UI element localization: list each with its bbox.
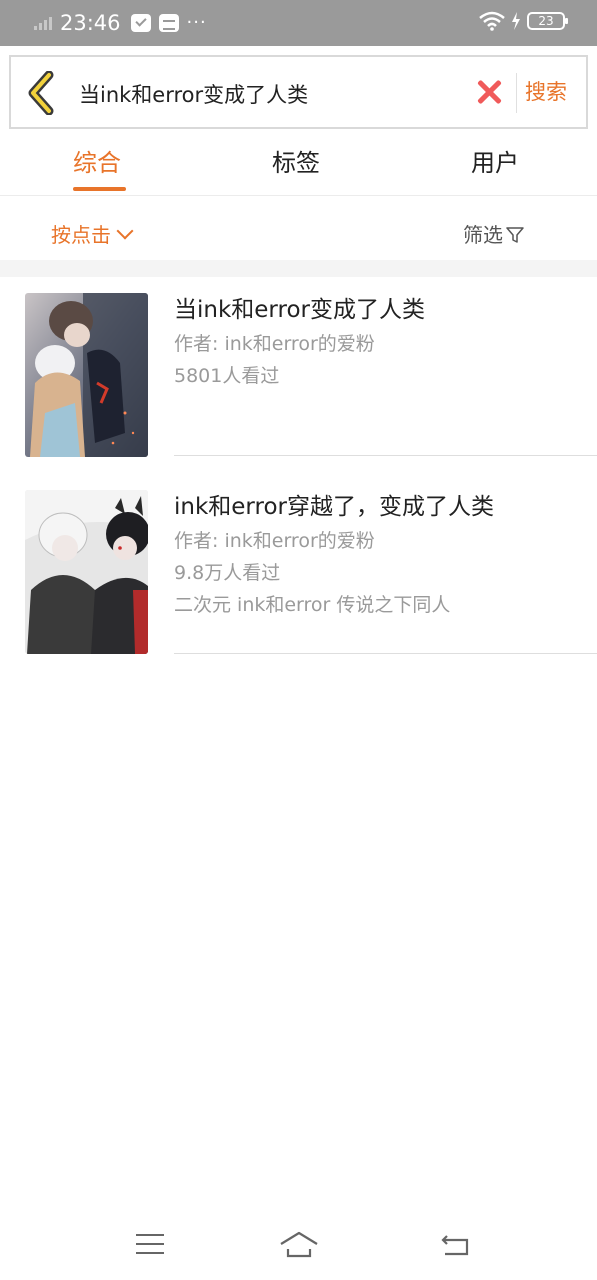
funnel-icon (506, 227, 524, 243)
menu-icon[interactable] (136, 1234, 164, 1256)
result-title: 当ink和error变成了人类 (174, 297, 425, 323)
system-nav-bar (0, 1212, 597, 1280)
item-divider (174, 653, 597, 654)
sort-dropdown[interactable]: 按点击 (51, 222, 134, 248)
active-tab-indicator (73, 187, 126, 191)
notification-message-icon (130, 14, 151, 32)
filter-button[interactable]: 筛选 (463, 222, 524, 248)
notification-app-icon (158, 14, 179, 32)
book-cover-image[interactable] (25, 490, 148, 654)
search-input[interactable] (79, 79, 459, 109)
tab-tags[interactable]: 标签 (272, 148, 320, 178)
result-tabs: 综合 标签 用户 (0, 130, 597, 196)
book-cover-image[interactable] (25, 293, 148, 457)
back-button[interactable] (25, 70, 59, 116)
back-nav-icon[interactable] (439, 1232, 471, 1258)
result-author: 作者: ink和error的爱粉 (174, 333, 375, 355)
sort-row: 按点击 筛选 (0, 196, 597, 260)
home-icon[interactable] (279, 1230, 319, 1260)
result-item[interactable]: 当ink和error变成了人类 作者: ink和error的爱粉 5801人看过 (0, 277, 597, 473)
section-gap (0, 260, 597, 277)
result-views: 5801人看过 (174, 365, 280, 387)
status-left: 23:46 ··· (34, 8, 207, 38)
result-views: 9.8万人看过 (174, 562, 281, 584)
result-title: ink和error穿越了，变成了人类 (174, 494, 494, 520)
filter-label: 筛选 (463, 223, 503, 247)
battery-icon: 23 (527, 12, 568, 30)
signal-icon (34, 16, 52, 30)
status-time: 23:46 (60, 11, 121, 35)
clear-search-button[interactable] (477, 79, 503, 105)
charging-icon (512, 12, 520, 30)
item-divider (174, 455, 597, 456)
wifi-icon (479, 11, 505, 31)
status-bar: 23:46 ··· 23 (0, 0, 597, 46)
more-notifications-icon: ··· (186, 12, 207, 33)
chevron-left-icon (28, 70, 54, 116)
search-button[interactable]: 搜索 (525, 77, 567, 107)
result-tags: 二次元 ink和error 传说之下同人 (174, 594, 451, 616)
result-item[interactable]: ink和error穿越了，变成了人类 作者: ink和error的爱粉 9.8万… (0, 474, 597, 670)
tab-comprehensive[interactable]: 综合 (73, 148, 121, 178)
search-bar: 搜索 (9, 55, 588, 129)
search-divider (516, 73, 517, 113)
result-author: 作者: ink和error的爱粉 (174, 530, 375, 552)
status-right: 23 (479, 11, 568, 31)
chevron-down-icon (116, 222, 134, 240)
sort-label: 按点击 (51, 223, 111, 247)
tab-users[interactable]: 用户 (471, 148, 519, 178)
